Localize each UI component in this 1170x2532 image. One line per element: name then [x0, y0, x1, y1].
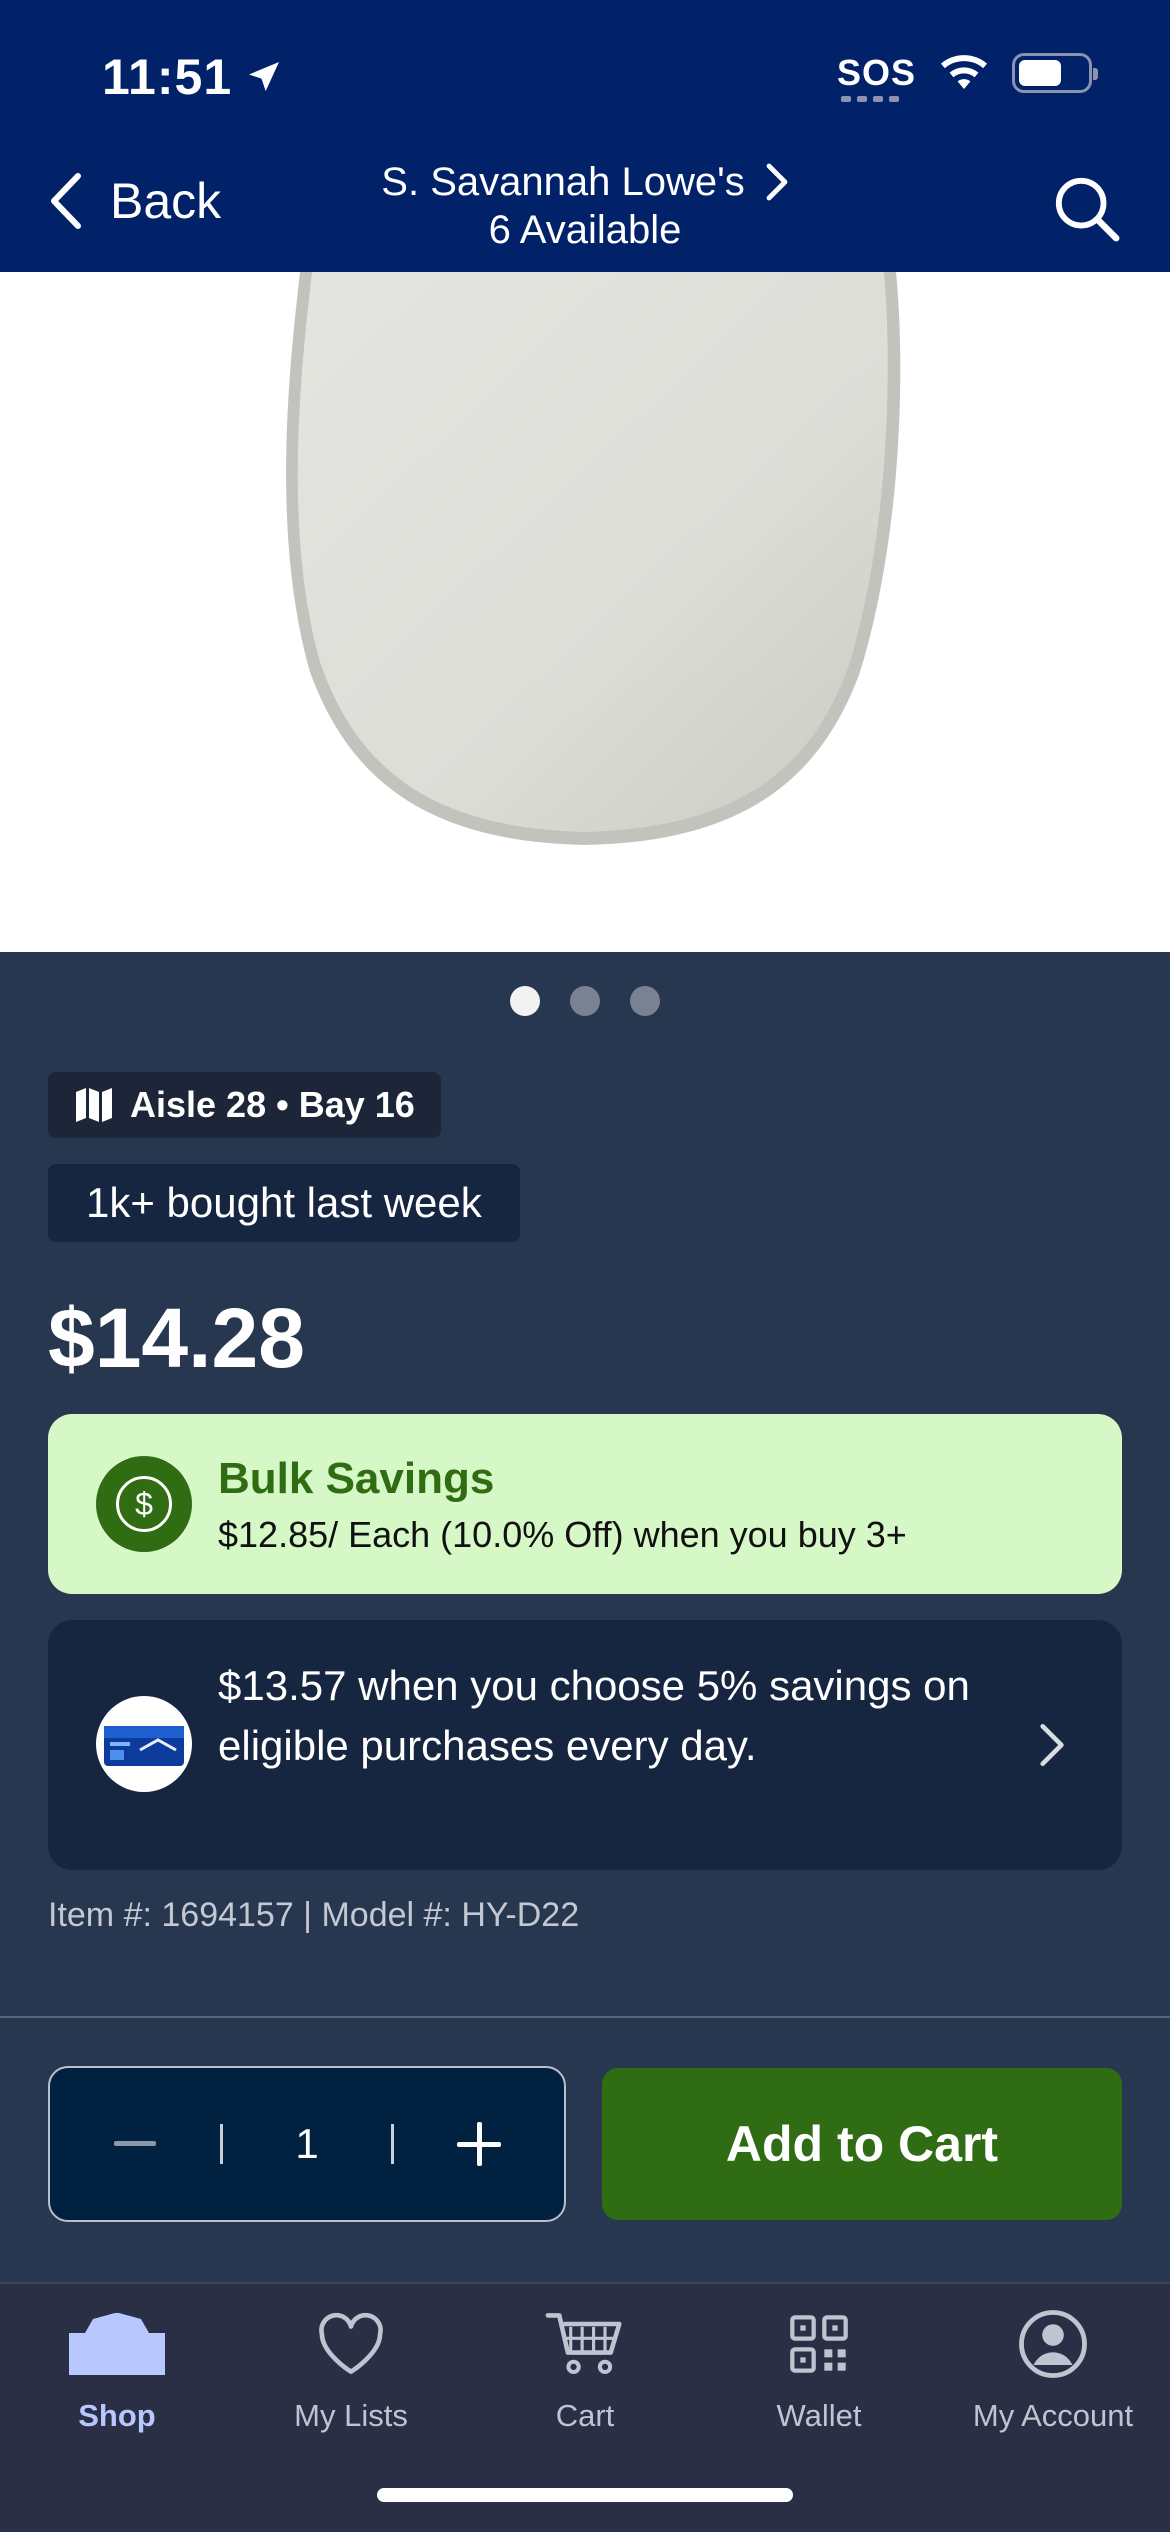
cart-icon — [545, 2313, 622, 2375]
item-model-number: Item #: 1694157 | Model #: HY-D22 — [48, 1896, 580, 1934]
nav-bar: Back S. Savannah Lowe's 6 Available — [0, 150, 1170, 272]
store-selector[interactable]: S. Savannah Lowe's 6 Available — [0, 158, 1170, 254]
gallery-dot[interactable] — [630, 986, 660, 1016]
sos-label: SOS — [836, 52, 916, 93]
time-label: 11:51 — [102, 49, 233, 105]
tab-shop[interactable]: Shop — [0, 2304, 234, 2454]
product-price: $14.28 — [48, 1291, 305, 1385]
increment-button[interactable] — [394, 2068, 564, 2220]
aisle-badge[interactable]: Aisle 28 • Bay 16 — [48, 1072, 441, 1138]
dollar-icon: $ — [96, 1456, 192, 1552]
top-header: 11:51 SOS Back S. Savannah Lowe's 6 Avai… — [0, 0, 1170, 272]
toilet-seat-image — [286, 272, 901, 845]
credit-card-logo — [96, 1696, 192, 1792]
wifi-icon — [941, 55, 987, 89]
credit-card-offer-text: $13.57 when you choose 5% savings on eli… — [218, 1662, 970, 1769]
tab-my-lists[interactable]: My Lists — [234, 2304, 468, 2454]
bulk-savings-banner: $ Bulk Savings $12.85/ Each (10.0% Off) … — [48, 1414, 1122, 1594]
status-indicators: SOS — [836, 52, 1098, 102]
heart-icon — [319, 2312, 383, 2374]
social-proof-badge: 1k+ bought last week — [48, 1164, 520, 1242]
credit-card-offer[interactable]: $13.57 when you choose 5% savings on eli… — [48, 1620, 1122, 1870]
quantity-stepper[interactable]: 1 — [48, 2066, 566, 2222]
battery-icon — [1012, 53, 1098, 93]
sos-dots — [840, 96, 899, 102]
chevron-right-icon — [766, 163, 788, 201]
map-icon — [76, 1088, 112, 1122]
search-icon[interactable] — [1052, 174, 1122, 244]
decrement-button[interactable] — [50, 2068, 220, 2220]
tab-label: Shop — [78, 2398, 156, 2433]
location-arrow-icon — [249, 62, 280, 92]
add-to-cart-button[interactable]: Add to Cart — [602, 2068, 1122, 2220]
shop-icon — [69, 2313, 165, 2375]
sos-indicator: SOS — [836, 52, 916, 102]
chevron-right-icon — [1040, 1723, 1064, 1767]
tab-my-account[interactable]: My Account — [936, 2304, 1170, 2454]
product-image[interactable] — [0, 272, 1170, 952]
qr-code-icon — [790, 2315, 848, 2373]
divider — [0, 2016, 1170, 2018]
tab-cart[interactable]: Cart — [468, 2304, 702, 2454]
account-icon — [1019, 2310, 1087, 2378]
aisle-label: Aisle 28 • Bay 16 — [130, 1084, 415, 1125]
gallery-dot[interactable] — [510, 986, 540, 1016]
home-indicator[interactable] — [377, 2488, 793, 2502]
tab-label: My Lists — [294, 2398, 408, 2433]
store-availability: 6 Available — [488, 208, 682, 252]
quantity-value[interactable]: 1 — [223, 2120, 391, 2168]
gallery-dots — [0, 986, 1170, 1016]
status-time: 11:51 — [102, 48, 284, 106]
minus-icon — [114, 2141, 156, 2146]
tab-label: Wallet — [776, 2398, 862, 2433]
store-name: S. Savannah Lowe's — [381, 160, 745, 204]
tab-wallet[interactable]: Wallet — [702, 2304, 936, 2454]
plus-icon — [457, 2122, 501, 2166]
bulk-savings-title: Bulk Savings — [218, 1454, 495, 1503]
tab-label: My Account — [972, 2398, 1134, 2433]
tab-label: Cart — [555, 2398, 615, 2433]
gallery-dot[interactable] — [570, 986, 600, 1016]
bulk-savings-detail: $12.85/ Each (10.0% Off) when you buy 3+ — [218, 1514, 907, 1555]
status-bar: 11:51 SOS — [0, 0, 1170, 140]
